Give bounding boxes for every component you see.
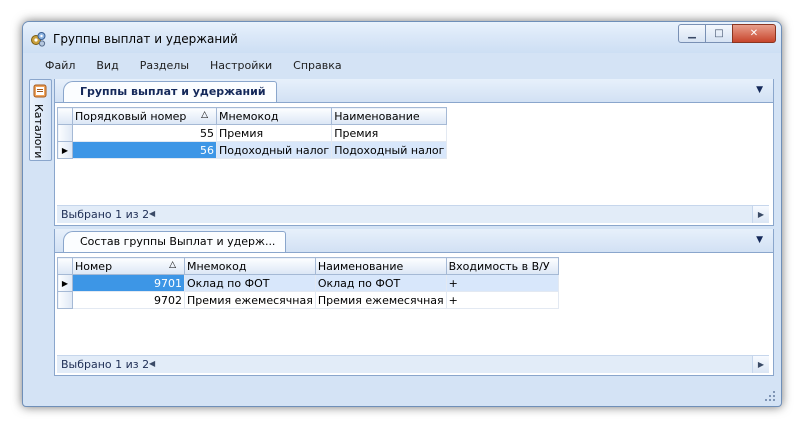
groups-grid: Порядковый номер △ Мнемокод Наименование… xyxy=(57,107,448,159)
composition-status-bar: Выбрано 1 из 2 ◀ ▶ xyxy=(57,355,769,373)
cell-mnemocode[interactable]: Оклад по ФОТ xyxy=(184,274,316,292)
sort-ascending-icon: △ xyxy=(169,259,176,270)
window-title: Группы выплат и удержаний xyxy=(53,32,238,46)
chevron-down-icon[interactable]: ▼ xyxy=(756,85,763,95)
cell-order-number[interactable]: 55 xyxy=(72,124,217,142)
cell-order-number[interactable]: 56 xyxy=(72,141,217,159)
close-button[interactable]: ✕ xyxy=(732,24,776,43)
composition-selection-count: Выбрано 1 из 2 xyxy=(61,358,150,371)
cell-number[interactable]: 9701 xyxy=(72,274,185,292)
tab-group-composition[interactable]: Состав группы Выплат и удерж... xyxy=(63,231,287,252)
table-row-selected[interactable]: ▶ 56 Подоходный налог Подоходный налог xyxy=(57,141,448,159)
table-row[interactable]: 9702 Премия ежемесячная Премия ежемесячн… xyxy=(57,291,559,309)
scroll-right-icon[interactable]: ▶ xyxy=(752,206,769,223)
cell-mnemocode[interactable]: Премия ежемесячная xyxy=(184,291,316,309)
cell-name[interactable]: Премия ежемесячная xyxy=(315,291,447,309)
chevron-down-icon[interactable]: ▼ xyxy=(756,235,763,245)
composition-grid-header: Номер △ Мнемокод Наименование Входимость… xyxy=(57,257,559,275)
sort-ascending-icon: △ xyxy=(201,109,208,120)
scroll-left-icon[interactable]: ◀ xyxy=(149,359,155,368)
row-indicator-current[interactable]: ▶ xyxy=(57,274,73,292)
groups-grid-header: Порядковый номер △ Мнемокод Наименование xyxy=(57,107,448,125)
cell-mnemocode[interactable]: Премия xyxy=(216,124,333,142)
menu-help[interactable]: Справка xyxy=(293,59,341,72)
maximize-icon: □ xyxy=(714,28,724,39)
column-header-name[interactable]: Наименование xyxy=(314,257,447,275)
column-header-inclusion[interactable]: Входимость в В/У xyxy=(445,257,559,275)
menu-view[interactable]: Вид xyxy=(96,59,118,72)
maximize-button[interactable]: □ xyxy=(705,24,733,43)
cell-inclusion[interactable]: + xyxy=(446,274,559,292)
row-indicator[interactable] xyxy=(57,291,73,309)
menu-sections[interactable]: Разделы xyxy=(140,59,189,72)
cell-number[interactable]: 9702 xyxy=(72,291,185,309)
groups-panel-header: Группы выплат и удержаний ▼ xyxy=(55,79,773,103)
app-window: Группы выплат и удержаний ▁ □ ✕ Файл Вид… xyxy=(22,21,782,407)
cell-inclusion[interactable]: + xyxy=(446,291,559,309)
row-indicator-current[interactable]: ▶ xyxy=(57,141,73,159)
column-header-mnemocode[interactable]: Мнемокод xyxy=(184,257,316,275)
catalog-icon xyxy=(33,84,47,98)
grid-corner xyxy=(57,107,73,125)
tab-groups[interactable]: Группы выплат и удержаний xyxy=(63,81,277,102)
groups-status-bar: Выбрано 1 из 2 ◀ ▶ xyxy=(57,205,769,223)
cell-name[interactable]: Подоходный налог xyxy=(331,141,448,159)
table-row[interactable]: 55 Премия Премия xyxy=(57,124,448,142)
resize-grip-icon[interactable] xyxy=(764,390,776,402)
column-header-number[interactable]: Номер △ xyxy=(72,257,185,275)
column-header-mnemocode[interactable]: Мнемокод xyxy=(215,107,333,125)
composition-grid: Номер △ Мнемокод Наименование Входимость… xyxy=(57,257,559,309)
grid-corner xyxy=(57,257,73,275)
column-header-order-number[interactable]: Порядковый номер △ xyxy=(72,107,217,125)
cell-mnemocode[interactable]: Подоходный налог xyxy=(216,141,333,159)
row-pointer-icon: ▶ xyxy=(61,278,69,288)
cell-name[interactable]: Оклад по ФОТ xyxy=(315,274,447,292)
scroll-right-icon[interactable]: ▶ xyxy=(752,356,769,373)
groups-selection-count: Выбрано 1 из 2 xyxy=(61,208,150,221)
close-icon: ✕ xyxy=(749,28,759,39)
menu-settings[interactable]: Настройки xyxy=(210,59,272,72)
side-tab-label: Каталоги xyxy=(32,104,45,159)
menu-file[interactable]: Файл xyxy=(45,59,75,72)
scroll-left-icon[interactable]: ◀ xyxy=(149,209,155,218)
title-bar[interactable]: Группы выплат и удержаний ▁ □ ✕ xyxy=(23,22,781,53)
row-pointer-icon: ▶ xyxy=(61,145,69,155)
window-controls: ▁ □ ✕ xyxy=(678,24,776,43)
menu-bar: Файл Вид Разделы Настройки Справка xyxy=(23,55,781,75)
side-tab-catalogs[interactable]: Каталоги xyxy=(29,79,52,161)
column-header-name[interactable]: Наименование xyxy=(331,107,448,125)
composition-panel-header: Состав группы Выплат и удерж... ▼ xyxy=(55,229,773,253)
groups-panel: Группы выплат и удержаний ▼ Порядковый н… xyxy=(54,79,774,226)
group-composition-panel: Состав группы Выплат и удерж... ▼ Номер … xyxy=(54,229,774,376)
cell-name[interactable]: Премия xyxy=(331,124,448,142)
table-row-selected[interactable]: ▶ 9701 Оклад по ФОТ Оклад по ФОТ + xyxy=(57,274,559,292)
app-gears-icon xyxy=(31,32,46,47)
minimize-icon: ▁ xyxy=(688,28,696,39)
row-indicator[interactable] xyxy=(57,124,73,142)
minimize-button[interactable]: ▁ xyxy=(678,24,706,43)
